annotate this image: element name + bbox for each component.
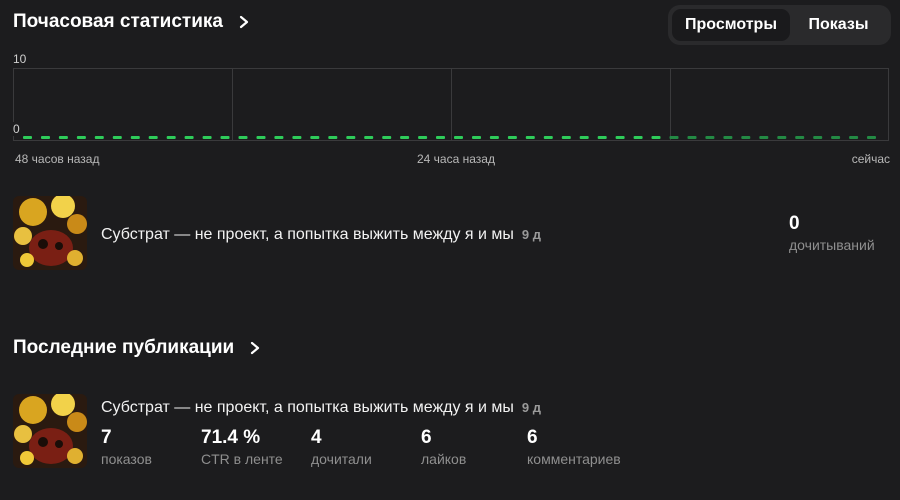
chart-bar (166, 136, 176, 139)
chart-bar (112, 136, 122, 139)
chart-bar (759, 136, 769, 139)
chart-bar (561, 136, 571, 139)
x-label-start: 48 часов назад (15, 152, 100, 166)
chart-bar (23, 136, 32, 139)
chart-bar (418, 136, 428, 139)
chart-bar (184, 136, 194, 139)
chart-bar (76, 136, 86, 139)
tab-impressions[interactable]: Показы (790, 9, 887, 41)
chart-bar (795, 136, 805, 139)
recent-publications-title[interactable]: Последние публикации (13, 337, 234, 359)
chart-bar (382, 136, 392, 139)
top-item-title[interactable]: Субстрат — не проект, а попытка выжить м… (101, 226, 514, 243)
recent-item-title-row[interactable]: Субстрат — не проект, а попытка выжить м… (101, 399, 541, 417)
chart-bar (41, 136, 50, 139)
y-tick-max: 10 (13, 52, 29, 66)
stat-impressions: 7 показов (101, 427, 152, 467)
stat-impressions-value: 7 (101, 427, 112, 448)
hourly-chart: 10 0 48 часов назад 24 часа назад сейчас (13, 52, 890, 172)
chart-bar (489, 136, 499, 139)
read-through-count: 0 (789, 213, 800, 234)
chart-bar (436, 136, 445, 139)
chart-bar (705, 136, 715, 139)
recent-publications-header[interactable]: Последние публикации (13, 337, 262, 359)
stat-read-through-label: дочитали (311, 451, 372, 467)
stat-likes: 6 лайков (421, 427, 466, 467)
chart-bar (148, 136, 158, 139)
chart-bar (346, 136, 356, 139)
chart-bar (310, 136, 320, 139)
chart-bar (94, 136, 104, 139)
chart-bar (238, 136, 248, 139)
chart-bar (525, 136, 535, 139)
stat-likes-value: 6 (421, 427, 432, 448)
chart-bar (507, 136, 517, 139)
chart-bar (328, 136, 338, 139)
chart-bar (454, 136, 463, 139)
chart-bar (58, 136, 68, 139)
stat-ctr-value: 71.4 % (201, 427, 261, 448)
recent-item-thumbnail[interactable] (13, 394, 87, 468)
hourly-chart-plot (13, 68, 889, 141)
stat-comments-label: комментариев (527, 451, 621, 467)
chart-bar (220, 136, 230, 139)
chart-bar (741, 136, 751, 139)
stat-read-through-value: 4 (311, 427, 322, 448)
tab-views[interactable]: Просмотры (672, 9, 790, 41)
hourly-stats-title[interactable]: Почасовая статистика (13, 11, 223, 33)
chart-bar (651, 136, 661, 139)
hourly-stats-header[interactable]: Почасовая статистика (13, 11, 251, 33)
stat-comments-value: 6 (527, 427, 538, 448)
stat-ctr: 71.4 % CTR в ленте (201, 427, 283, 467)
recent-item-age: 9 д (521, 400, 542, 415)
stat-likes-label: лайков (421, 451, 467, 467)
chart-bar (687, 136, 697, 139)
metric-toggle: Просмотры Показы (668, 5, 891, 45)
chart-bar (849, 136, 859, 139)
y-tick-min: 0 (13, 122, 22, 136)
chart-bar (256, 136, 266, 139)
chart-bar (831, 136, 841, 139)
chart-bar (364, 136, 374, 139)
chart-bar (130, 136, 140, 139)
chart-bar (202, 136, 212, 139)
chart-bar (615, 136, 625, 139)
x-label-end: сейчас (851, 152, 890, 166)
chart-bar (777, 136, 787, 139)
chart-bar (274, 136, 284, 139)
stat-read-through: 4 дочитали (311, 427, 372, 467)
chevron-right-icon[interactable] (248, 341, 262, 355)
x-label-mid: 24 часа назад (417, 152, 495, 166)
top-item-title-row[interactable]: Субстрат — не проект, а попытка выжить м… (101, 226, 541, 244)
chart-bar (472, 136, 481, 139)
chart-bar (867, 136, 876, 139)
top-item-thumbnail[interactable] (13, 196, 87, 270)
chart-bar (579, 136, 589, 139)
chart-bar (597, 136, 607, 139)
chart-bar (813, 136, 823, 139)
top-item-metric: 0 дочитываний (789, 213, 875, 253)
chart-bar (633, 136, 643, 139)
chart-bar (669, 136, 679, 139)
chart-bar (543, 136, 553, 139)
chart-bar (400, 136, 410, 139)
chevron-right-icon[interactable] (237, 15, 251, 29)
chart-bar (723, 136, 733, 139)
top-item-age: 9 д (521, 227, 542, 242)
stat-comments: 6 комментариев (527, 427, 621, 467)
read-through-label: дочитываний (789, 237, 875, 253)
stat-impressions-label: показов (101, 451, 152, 467)
stat-ctr-label: CTR в ленте (201, 451, 283, 467)
chart-bar (292, 136, 302, 139)
recent-item-title[interactable]: Субстрат — не проект, а попытка выжить м… (101, 399, 514, 416)
